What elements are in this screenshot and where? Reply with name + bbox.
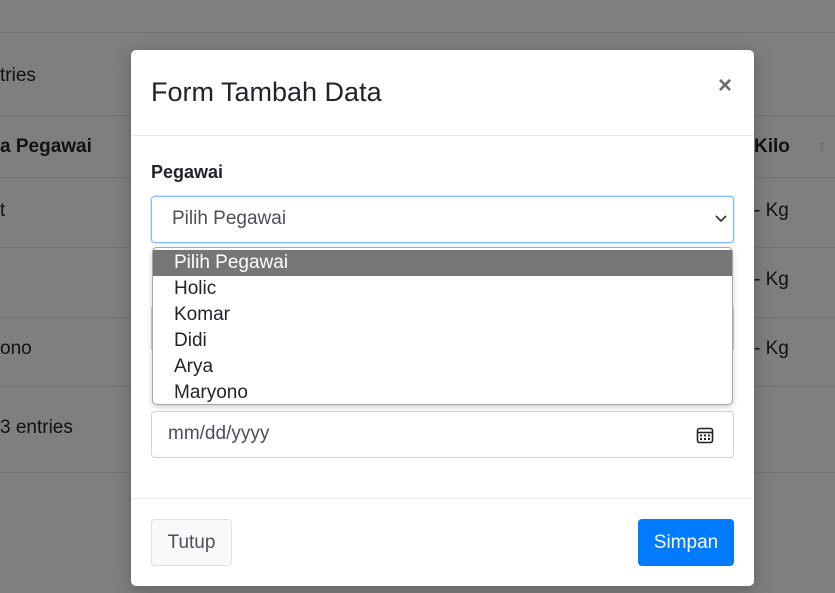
dropdown-option[interactable]: Holic (153, 276, 732, 302)
date-input[interactable]: mm/dd/yyyy (151, 411, 734, 458)
dropdown-option[interactable]: Arya (153, 354, 732, 380)
close-button[interactable]: Tutup (151, 519, 232, 566)
dropdown-option[interactable]: Maryono (153, 380, 732, 404)
dropdown-option[interactable]: Pilih Pegawai (153, 250, 732, 276)
modal-header: Form Tambah Data × (131, 50, 754, 136)
modal-footer: Tutup Simpan (131, 498, 754, 586)
save-button[interactable]: Simpan (638, 519, 734, 566)
chevron-down-icon (715, 215, 727, 222)
pegawai-select-value: Pilih Pegawai (172, 208, 287, 229)
dropdown-option[interactable]: Didi (153, 328, 732, 354)
calendar-icon[interactable] (696, 426, 714, 444)
pegawai-label: Pegawai (151, 162, 224, 182)
dropdown-option[interactable]: Komar (153, 302, 732, 328)
pegawai-select[interactable]: Pilih Pegawai (151, 196, 734, 243)
modal-title: Form Tambah Data (151, 77, 382, 107)
date-placeholder: mm/dd/yyyy (168, 423, 270, 444)
close-icon[interactable]: × (713, 74, 737, 98)
pegawai-dropdown-list: Pilih Pegawai Holic Komar Didi Arya Mary… (152, 247, 733, 405)
